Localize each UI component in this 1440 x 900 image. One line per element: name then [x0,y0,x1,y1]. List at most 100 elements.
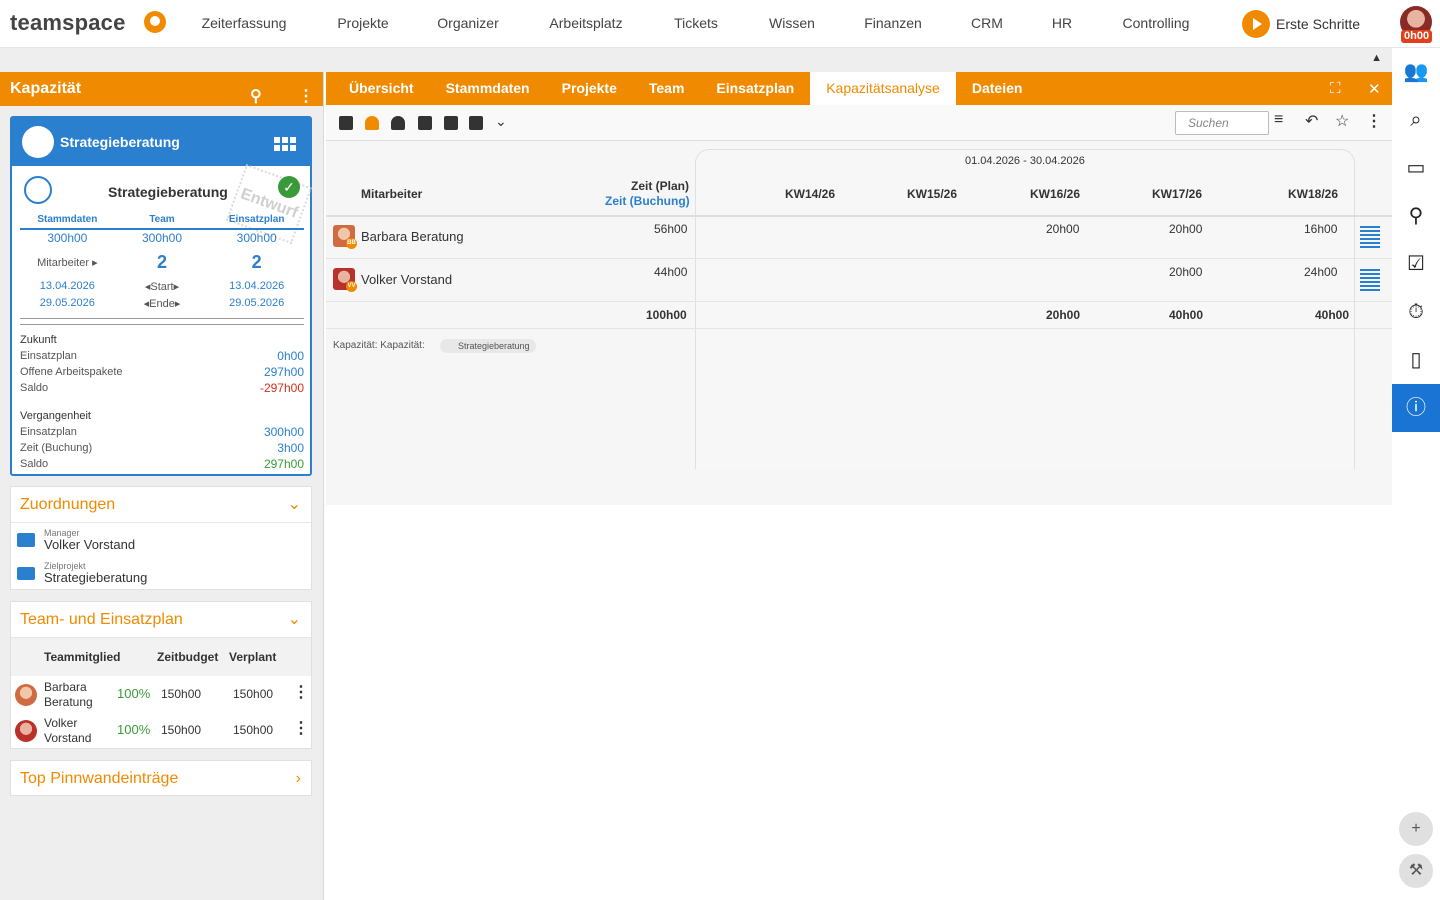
member-name[interactable]: Volker Vorstand [44,716,91,746]
details-list-icon[interactable] [1360,224,1380,248]
percent-value: 100% [117,686,151,701]
more-vert-icon[interactable]: ⋮ [293,682,309,702]
team-icon[interactable] [391,116,405,130]
manager-name[interactable]: Volker Vorstand [44,537,135,552]
member-name[interactable]: Barbara Beratung [44,680,93,710]
left-panel: Kapazität ⚲ ⋮ Strategieberatung Strategi… [0,72,324,900]
employee-name[interactable]: Volker Vorstand [361,272,452,287]
week-value: 20h00 [1169,265,1203,279]
sum-week: 20h00 [1046,308,1081,322]
avatar-initials: VV [346,281,357,292]
tab-einsatzplan[interactable]: Einsatzplan [700,72,810,105]
col-plan[interactable]: Zeit (Plan) [631,179,689,193]
more-vert-icon[interactable]: ⋮ [298,80,314,114]
team-header[interactable]: Team- und Einsatzplan ⌄ [11,602,311,638]
search-input[interactable]: Suchen [1175,111,1269,135]
nav-wissen[interactable]: Wissen [742,0,842,46]
col-week[interactable]: KW16/26 [1030,187,1080,201]
person-icon[interactable] [365,116,379,130]
calendar-week-icon[interactable] [444,116,458,130]
details-list-icon[interactable] [1360,267,1380,291]
chevron-down-icon[interactable]: ⌄ [288,602,301,638]
info-icon[interactable]: ⓘ [1392,384,1440,432]
chevron-down-icon[interactable]: ⌄ [288,487,301,523]
plan-value: 150h00 [233,687,274,701]
nav-zeiterfassung[interactable]: Zeiterfassung [176,0,312,46]
stopwatch-icon[interactable]: ⏱ [1392,288,1440,336]
plan-total: 56h00 [654,222,688,236]
folder-icon[interactable] [339,116,353,130]
fullscreen-icon[interactable]: ⛶ [1330,80,1341,97]
chevron-right-icon[interactable]: › [296,761,301,797]
close-icon[interactable]: ✕ [1368,80,1381,98]
col-week[interactable]: KW15/26 [907,187,957,201]
end-label[interactable]: ◂Ende▸ [115,297,210,310]
pin-icon[interactable]: ⚲ [1392,192,1440,240]
calendar-day-icon[interactable] [418,116,432,130]
nav-tickets[interactable]: Tickets [650,0,742,46]
team-section: Team- und Einsatzplan ⌄ Teammitglied Zei… [10,601,312,749]
card-header[interactable]: Strategieberatung [12,118,310,166]
nav-finanzen[interactable]: Finanzen [842,0,944,46]
erste-schritte-button[interactable]: Erste Schritte [1242,10,1360,38]
divider [20,318,304,319]
zuordnungen-header[interactable]: Zuordnungen ⌄ [11,487,311,523]
sum-week: 40h00 [1315,308,1350,322]
nav-hr[interactable]: HR [1030,0,1094,46]
card-mitarbeiter: Mitarbeiter ▸ 2 2 [20,252,304,273]
app-logo[interactable]: teamspace [10,10,126,36]
team-title: Team- und Einsatzplan [20,611,183,628]
project-tag[interactable]: Strategieberatung [440,339,536,353]
col-week[interactable]: KW14/26 [785,187,835,201]
project-card: Strategieberatung Strategieberatung Entw… [10,116,313,476]
top-bar: teamspace Zeiterfassung Projekte Organiz… [0,0,1440,48]
mitarbeiter-label[interactable]: Mitarbeiter ▸ [20,256,115,269]
wrench-icon[interactable]: ⚒ [1399,854,1433,888]
mobile-icon[interactable]: ▯ [1392,336,1440,384]
zielprojekt-name[interactable]: Strategieberatung [44,570,147,585]
nav-controlling[interactable]: Controlling [1094,0,1218,46]
folder-icon [17,567,35,580]
apps-grid-icon[interactable] [274,135,296,151]
tab-kapazitaetsanalyse[interactable]: Kapazitätsanalyse [810,72,956,105]
search-icon[interactable]: ⌕ [1392,96,1440,144]
tab-team[interactable]: Team [633,72,701,105]
task-check-icon[interactable]: ☑ [1392,240,1440,288]
tab-projekte[interactable]: Projekte [546,72,633,105]
start-label[interactable]: ◂Start▸ [115,280,210,293]
star-icon[interactable]: ☆ [1335,111,1349,131]
date-range: 01.04.2026 - 30.04.2026 [965,155,1085,167]
chevron-down-icon[interactable]: ⌄ [495,113,507,130]
percent-value: 100% [117,722,151,737]
add-circle-icon[interactable]: + [1399,812,1433,846]
briefcase-icon[interactable]: ▭ [1392,144,1440,192]
right-sidebar: 👥 ⌕ ▭ ⚲ ☑ ⏱ ▯ ⓘ + ⚒ [1392,48,1440,900]
pinnwand-header[interactable]: Top Pinnwandeinträge › [11,761,311,797]
col-zeitbudget: Zeitbudget [157,650,219,664]
plan-value: 150h00 [233,723,274,737]
col-mitarbeiter[interactable]: Mitarbeiter [361,187,422,201]
nav-organizer[interactable]: Organizer [414,0,522,46]
end-date: 29.05.2026 [229,297,285,309]
tab-stammdaten[interactable]: Stammdaten [430,72,546,105]
pinnwand-title: Top Pinnwandeinträge [20,770,179,787]
calendar-month-icon[interactable] [469,116,483,130]
nav-crm[interactable]: CRM [944,0,1030,46]
employee-name[interactable]: Barbara Beratung [361,229,464,244]
collapse-up-icon[interactable]: ▲ [1371,52,1382,64]
more-vert-icon[interactable]: ⋮ [293,718,309,738]
col-week[interactable]: KW17/26 [1152,187,1202,201]
pinnwand-section[interactable]: Top Pinnwandeinträge › [10,760,312,796]
filter-icon[interactable]: ≡ [1274,111,1283,129]
tab-dateien[interactable]: Dateien [956,72,1039,105]
pin-icon[interactable]: ⚲ [250,80,262,114]
tab-uebersicht[interactable]: Übersicht [326,72,430,105]
nav-arbeitsplatz[interactable]: Arbeitsplatz [522,0,650,46]
col-buchung[interactable]: Zeit (Buchung) [605,194,690,208]
more-vert-icon[interactable]: ⋮ [1366,111,1382,131]
col-week[interactable]: KW18/26 [1288,187,1338,201]
nav-projekte[interactable]: Projekte [312,0,414,46]
people-icon[interactable]: 👥 [1392,48,1440,96]
undo-icon[interactable]: ↶ [1305,111,1318,131]
mitarbeiter-count: 2 [251,252,262,272]
